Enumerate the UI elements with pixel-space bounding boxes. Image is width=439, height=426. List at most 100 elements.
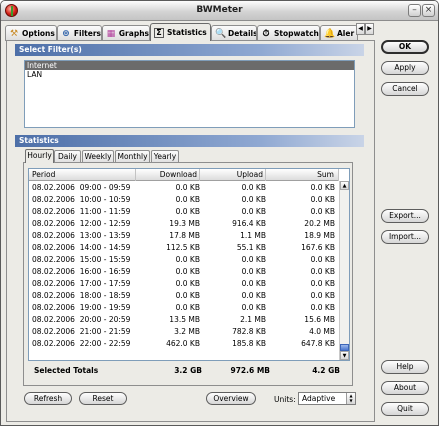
graphs-icon: ▦ [106,28,116,39]
table-row[interactable]: 08.02.2006 17:00 - 17:59 0.0 KB 0.0 KB 0.0 … [29,278,339,290]
cell-download: 0.0 KB [175,291,200,300]
cell-date: 08.02.2006 [32,339,75,348]
minimize-button[interactable]: – [408,4,421,17]
options-icon: ⚒ [9,28,19,39]
cell-time: 22:00 - 22:59 [79,339,131,348]
table-row[interactable]: 08.02.2006 10:00 - 10:59 0.0 KB 0.0 KB 0.0 … [29,194,339,206]
help-button[interactable]: Help [381,360,429,374]
cell-upload: 55.1 KB [236,243,266,252]
statistics-table[interactable]: Period Download Upload Sum 08.02.2006 09… [28,168,350,361]
cell-date: 08.02.2006 [32,327,75,336]
table-row[interactable]: 08.02.2006 14:00 - 14:59 112.5 KB 55.1 KB 1… [29,242,339,254]
scroll-down-icon[interactable]: ▼ [340,351,349,360]
cell-date: 08.02.2006 [32,267,75,276]
scroll-up-icon[interactable]: ▲ [340,181,349,190]
cell-sum: 0.0 KB [310,303,335,312]
filters-icon: ⊛ [62,28,70,39]
cell-sum: 15.6 MB [304,315,335,324]
cell-time: 18:00 - 18:59 [79,291,131,300]
cell-download: 462.0 KB [166,339,200,348]
overview-button[interactable]: Overview [206,392,256,405]
tab-stopwatch[interactable]: ⏱ Stopwatch [257,25,320,41]
cell-time: 16:00 - 16:59 [79,267,131,276]
reset-button[interactable]: Reset [79,392,127,405]
alerts-icon: 🔔 [324,28,336,39]
cell-date: 08.02.2006 [32,303,75,312]
units-spinner-icon[interactable]: ▲ ▼ [346,393,355,404]
cell-sum: 0.0 KB [310,267,335,276]
ok-button[interactable]: OK [381,40,429,54]
column-header-download[interactable]: Download [136,169,200,181]
apply-button[interactable]: Apply [381,61,429,75]
cell-upload: 782.8 KB [232,327,266,336]
cancel-button[interactable]: Cancel [381,82,429,96]
tab-graphs[interactable]: ▦ Graphs [102,25,150,41]
cell-sum: 20.2 MB [304,219,335,228]
tab-scroll-right-icon[interactable]: ▶ [365,23,374,35]
table-vertical-scrollbar[interactable]: ▲ ▼ [339,181,349,360]
table-row[interactable]: 08.02.2006 13:00 - 13:59 17.8 MB 1.1 MB 18.… [29,230,339,242]
table-row[interactable]: 08.02.2006 22:00 - 22:59 462.0 KB 185.8 KB… [29,338,339,350]
units-value: Adaptive [302,394,336,403]
import-button[interactable]: Import... [381,230,429,244]
cell-time: 21:00 - 21:59 [79,327,131,336]
table-row[interactable]: 08.02.2006 21:00 - 21:59 3.2 MB 782.8 KB 4.… [29,326,339,338]
cell-download: 112.5 KB [166,243,200,252]
cell-upload: 0.0 KB [241,255,266,264]
close-button[interactable]: × [422,4,435,17]
about-button[interactable]: About [381,381,429,395]
cell-time: 11:00 - 11:59 [79,207,131,216]
totals-download: 3.2 GB [174,366,202,375]
cell-sum: 0.0 KB [310,195,335,204]
units-select[interactable]: Adaptive ▲ ▼ [298,392,356,405]
title-bar[interactable]: BWMeter – × [1,1,438,21]
table-row[interactable]: 08.02.2006 19:00 - 19:59 0.0 KB 0.0 KB 0.0 … [29,302,339,314]
table-row[interactable]: 08.02.2006 20:00 - 20:59 13.5 MB 2.1 MB 15.… [29,314,339,326]
filter-list[interactable]: Internet LAN [24,60,355,128]
cell-time: 17:00 - 17:59 [79,279,131,288]
cell-download: 0.0 KB [175,183,200,192]
cell-date: 08.02.2006 [32,195,75,204]
table-row[interactable]: 08.02.2006 18:00 - 18:59 0.0 KB 0.0 KB 0.0 … [29,290,339,302]
cell-sum: 0.0 KB [310,207,335,216]
selected-totals-row: Selected Totals 3.2 GB 972.6 MB 4.2 GB [34,365,348,377]
tab-details[interactable]: 🔍 Details [211,25,257,41]
details-icon: 🔍 [215,28,227,39]
export-button[interactable]: Export... [381,209,429,223]
filter-item-internet[interactable]: Internet [25,61,354,70]
column-header-period[interactable]: Period [29,169,136,181]
cell-time: 15:00 - 15:59 [79,255,131,264]
tab-options[interactable]: ⚒ Options [5,25,57,41]
table-row[interactable]: 08.02.2006 12:00 - 12:59 19.3 MB 916.4 KB 2… [29,218,339,230]
scrollbar-thumb[interactable] [340,344,349,351]
table-row[interactable]: 08.02.2006 09:00 - 09:59 0.0 KB 0.0 KB 0.0 … [29,182,339,194]
tab-scroll-arrows: ◀ ▶ [356,23,374,35]
refresh-button[interactable]: Refresh [24,392,72,405]
table-row[interactable]: 08.02.2006 15:00 - 15:59 0.0 KB 0.0 KB 0.0 … [29,254,339,266]
cell-sum: 167.6 KB [301,243,335,252]
window-title: BWMeter [196,5,243,15]
cell-upload: 916.4 KB [232,219,266,228]
table-row[interactable]: 08.02.2006 11:00 - 11:59 0.0 KB 0.0 KB 0.0 … [29,206,339,218]
tab-scroll-left-icon[interactable]: ◀ [356,23,365,35]
table-row[interactable]: 08.02.2006 16:00 - 16:59 0.0 KB 0.0 KB 0.0 … [29,266,339,278]
cell-date: 08.02.2006 [32,183,75,192]
cell-sum: 0.0 KB [310,183,335,192]
column-header-sum[interactable]: Sum [266,169,339,181]
quit-button[interactable]: Quit [381,402,429,416]
filter-item-lan[interactable]: LAN [25,70,354,79]
tab-filters[interactable]: ⊛ Filters [57,25,102,41]
tab-statistics[interactable]: Σ Statistics [150,23,211,41]
units-label: Units: [274,395,296,404]
totals-label: Selected Totals [34,366,99,375]
cell-date: 08.02.2006 [32,279,75,288]
column-header-upload[interactable]: Upload [200,169,266,181]
stopwatch-icon: ⏱ [262,28,270,39]
select-filters-heading: Select Filter(s) [15,44,364,56]
tab-alerts[interactable]: 🔔 Aler [320,25,358,41]
tab-hourly[interactable]: Hourly [25,149,54,163]
cell-time: 13:00 - 13:59 [79,231,131,240]
cell-time: 20:00 - 20:59 [79,315,131,324]
cell-upload: 0.0 KB [241,291,266,300]
cell-sum: 0.0 KB [310,291,335,300]
